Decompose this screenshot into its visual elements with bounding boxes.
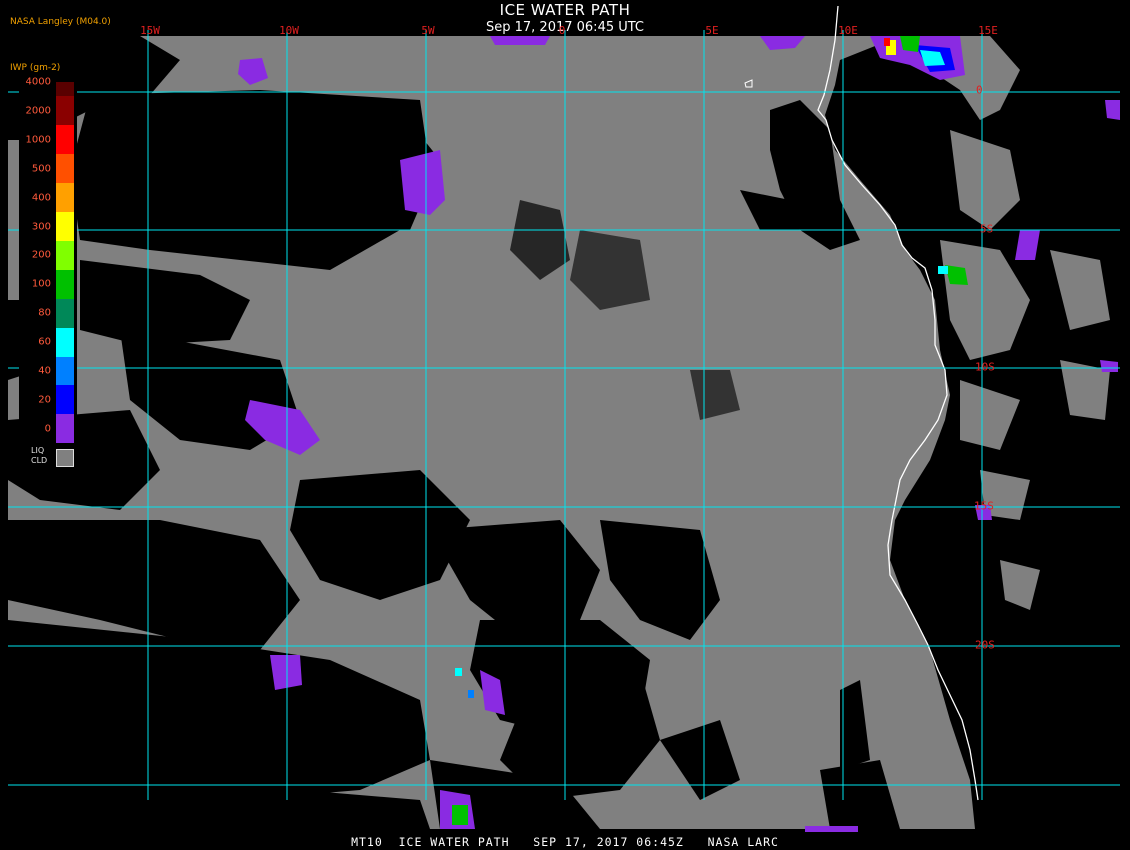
color-legend: IWP (gm-2) 4000 2000 1000 500 400 300 200 100 80…	[10, 63, 77, 487]
liquid-cloud-swatch	[56, 449, 74, 467]
legend-swatch	[56, 154, 74, 184]
map-title: ICE WATER PATH	[499, 1, 631, 19]
map-viewer: ICE WATER PATH Sep 17, 2017 06:45 UTC NA…	[0, 0, 1130, 850]
legend-label: 500	[31, 163, 51, 175]
legend-swatch	[56, 298, 74, 328]
legend-label: 60	[38, 336, 51, 348]
legend-label: 40	[38, 365, 51, 377]
lat-label-5s: 5S	[980, 222, 994, 236]
legend-title: IWP (gm-2)	[10, 63, 61, 73]
legend-label: 80	[38, 307, 51, 319]
lon-label-15w: 15W	[140, 24, 160, 37]
lon-label-10e: 10E	[838, 24, 858, 37]
lon-label-5e: 5E	[705, 24, 719, 37]
legend-label: 4000	[25, 76, 51, 88]
lat-label-10s: 10S	[975, 360, 995, 374]
lon-label-15e: 15E	[978, 24, 998, 37]
legend-label: 2000	[25, 105, 51, 117]
legend-swatch	[56, 385, 74, 415]
legend-label: 0	[44, 423, 51, 435]
legend-swatch	[56, 183, 74, 213]
legend-swatch	[56, 125, 74, 155]
legend-swatch	[56, 327, 74, 357]
legend-label: 300	[31, 221, 51, 232]
lon-label-5w: 5W	[421, 24, 435, 37]
legend-swatch	[56, 356, 74, 386]
legend-swatch	[56, 212, 74, 241]
legend-label: 400	[31, 192, 51, 204]
legend-label: 20	[38, 394, 51, 406]
legend-label: 100	[31, 278, 51, 290]
ice-water-path-map	[8, 5, 1120, 832]
legend-label: 1000	[25, 134, 51, 146]
footer-caption: MT10 ICE WATER PATH SEP 17, 2017 06:45Z …	[351, 835, 779, 849]
brand-label: NASA Langley (M04.0)	[10, 17, 111, 27]
legend-label: 200	[31, 249, 51, 261]
legend-swatch	[56, 269, 74, 299]
legend-swatch	[56, 96, 74, 126]
lon-label-10w: 10W	[279, 24, 299, 37]
lat-label-20s: 20S	[975, 638, 995, 652]
legend-swatch	[56, 240, 74, 270]
lon-label-0: 0	[558, 24, 566, 37]
legend-swatch	[56, 414, 74, 444]
liquid-cloud-label: LIQ CLD	[31, 446, 48, 465]
lat-label-15s: 15S	[974, 499, 994, 513]
legend-swatch	[56, 82, 74, 97]
lat-label-0: 0	[976, 83, 983, 97]
